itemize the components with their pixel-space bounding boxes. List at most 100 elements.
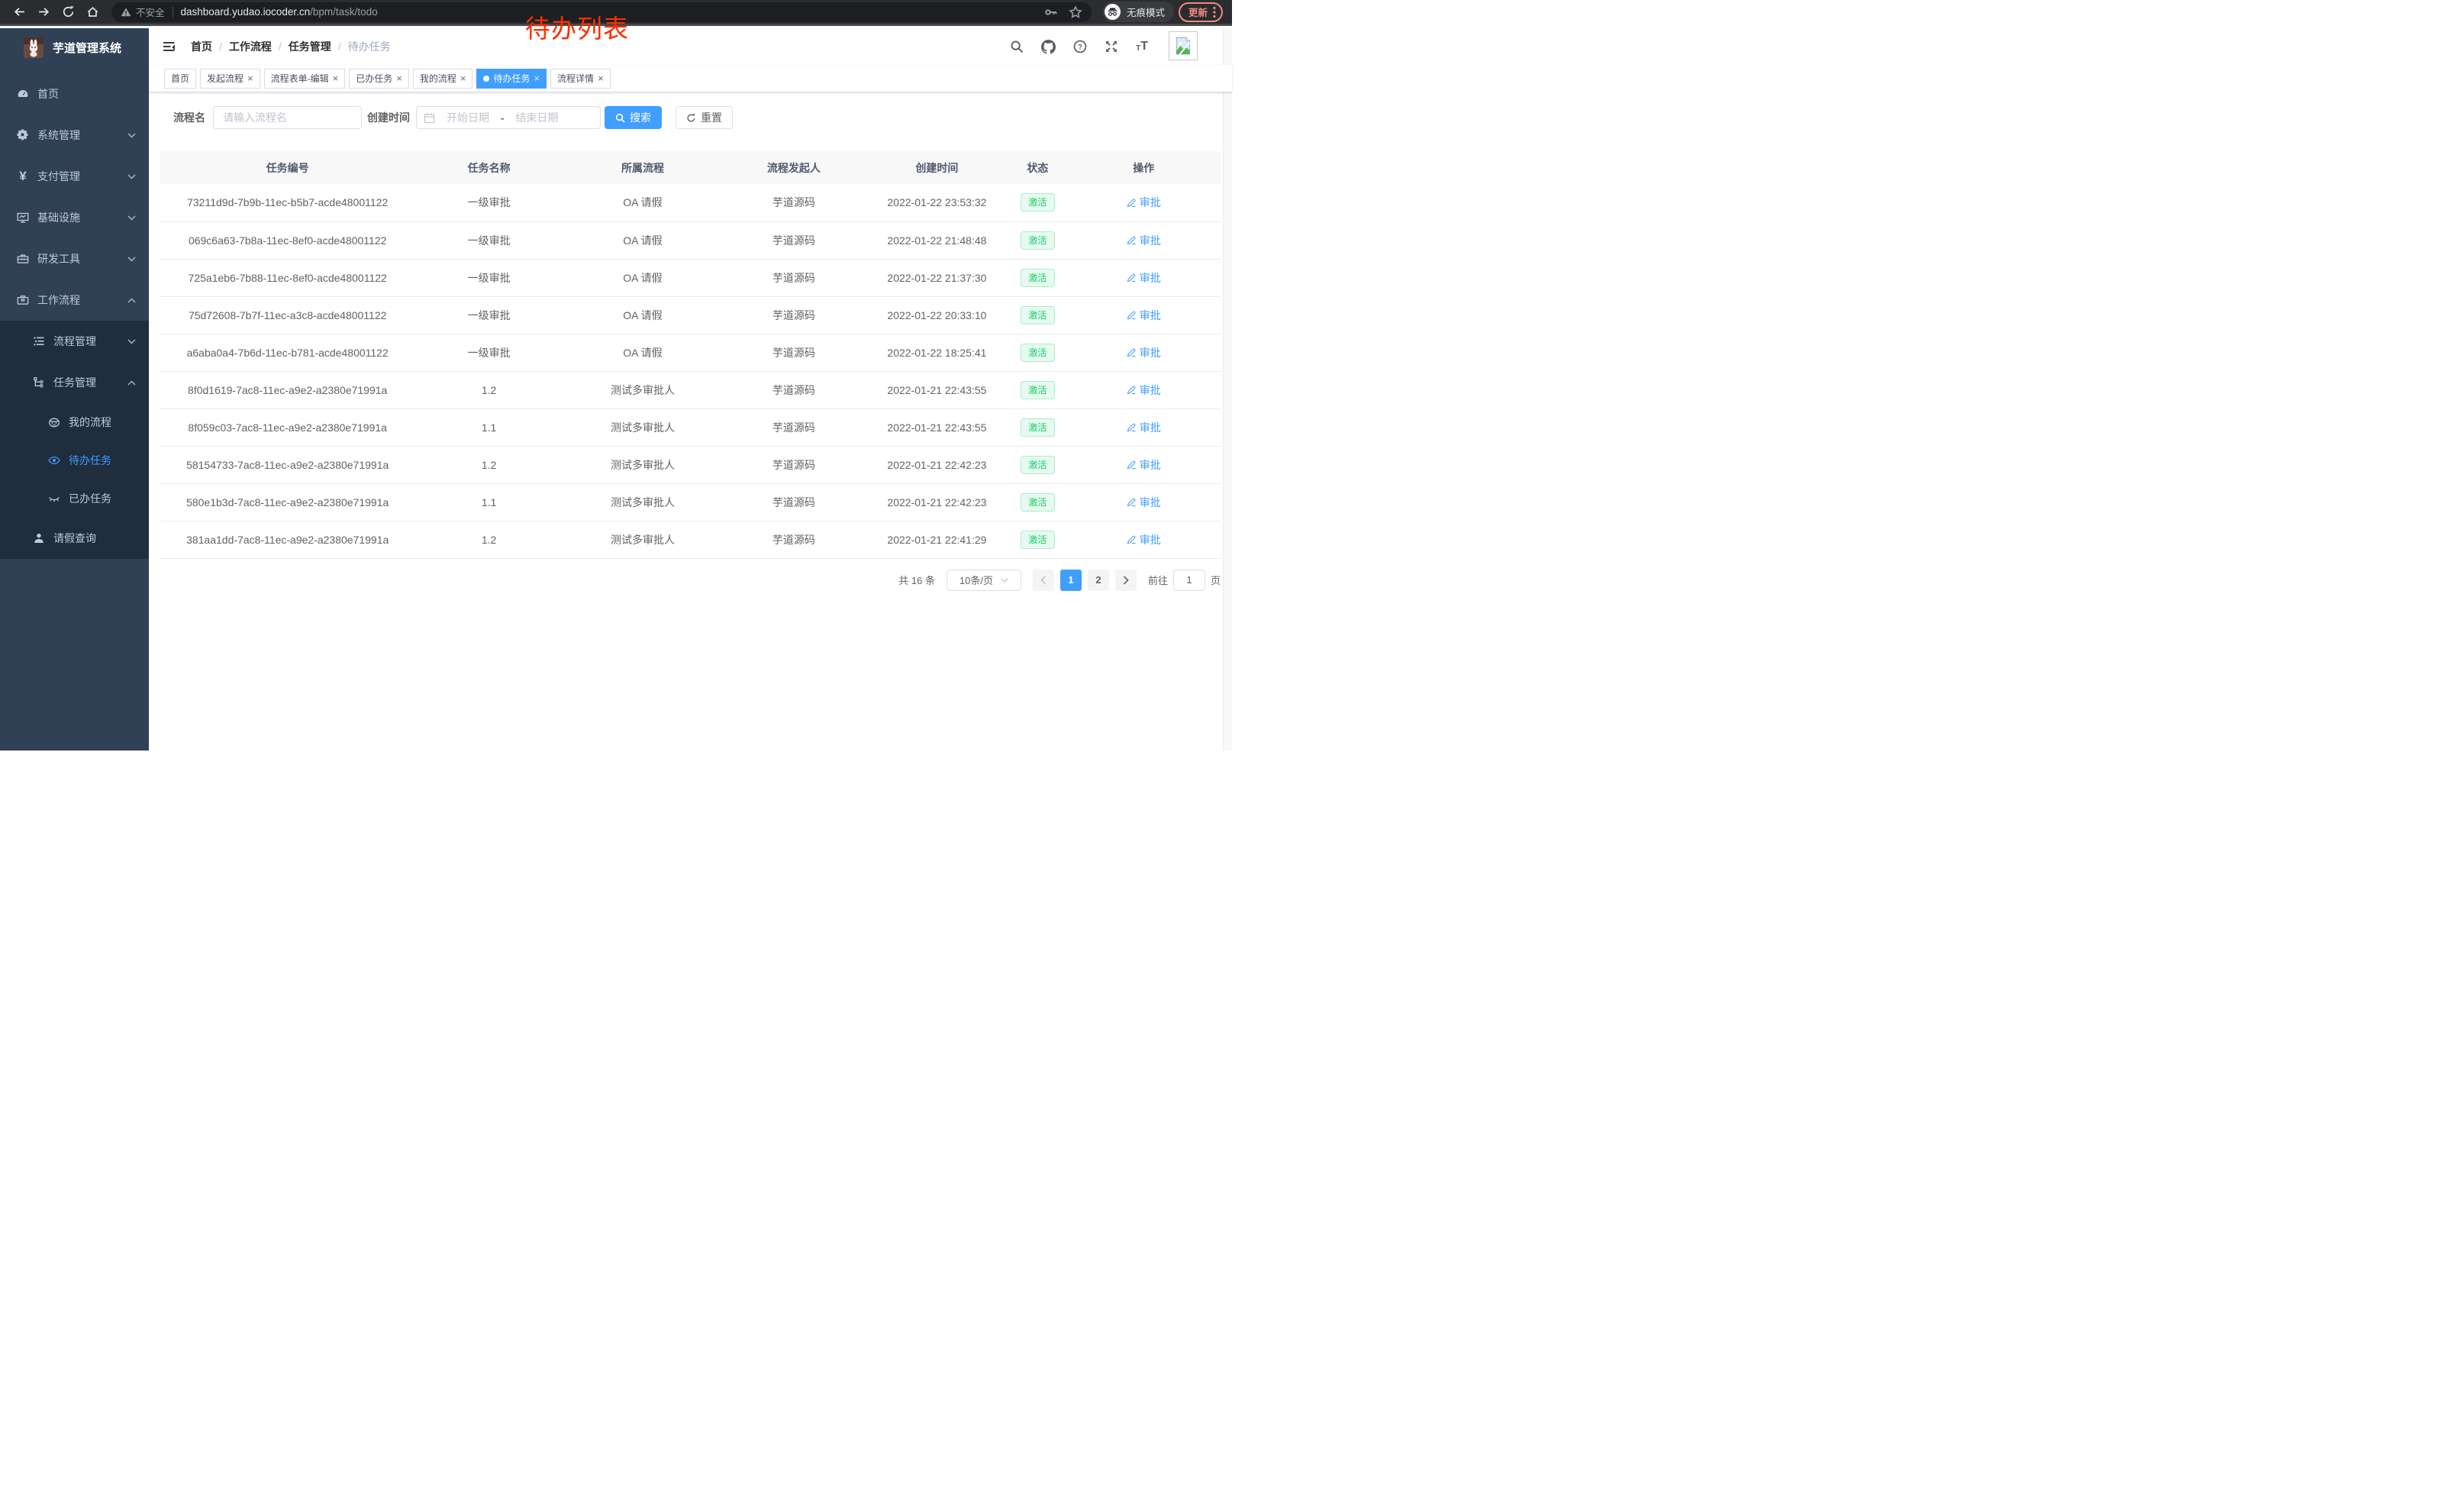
sidebar-item-task-management[interactable]: 任务管理	[0, 362, 149, 403]
approve-button[interactable]: 审批	[1127, 270, 1161, 286]
close-icon[interactable]: ×	[534, 73, 540, 83]
sidebar-item-home[interactable]: 首页	[0, 73, 149, 115]
cell-process: OA 请假	[563, 334, 722, 371]
breadcrumb-home[interactable]: 首页	[191, 39, 212, 54]
monitor-icon	[17, 211, 29, 224]
browser-forward-button[interactable]	[34, 2, 53, 22]
browser-home-button[interactable]	[82, 2, 102, 22]
cell-task-id: 580e1b3d-7ac8-11ec-a9e2-a2380e71991a	[160, 483, 414, 521]
approve-button[interactable]: 审批	[1127, 495, 1161, 510]
sidebar-item-todo-tasks[interactable]: 待办任务	[0, 441, 149, 479]
close-icon[interactable]: ×	[333, 73, 339, 83]
status-badge: 激活	[1021, 418, 1055, 437]
approve-label: 审批	[1140, 308, 1161, 323]
tab-start-process[interactable]: 发起流程×	[200, 69, 260, 89]
prev-page-button[interactable]	[1033, 570, 1054, 591]
approve-button[interactable]: 审批	[1127, 457, 1161, 473]
process-name-input[interactable]	[213, 106, 362, 129]
app-logo[interactable]: 芋道管理系统	[0, 28, 149, 66]
page-button-1[interactable]: 1	[1060, 570, 1082, 591]
approve-label: 审批	[1140, 195, 1161, 210]
sidebar-item-payment[interactable]: ¥ 支付管理	[0, 156, 149, 197]
chevron-down-icon	[127, 215, 136, 221]
tab-my-process[interactable]: 我的流程×	[413, 69, 473, 89]
warning-icon	[121, 7, 131, 18]
breadcrumb-workflow[interactable]: 工作流程	[229, 39, 272, 54]
breadcrumb-task-management[interactable]: 任务管理	[289, 39, 331, 54]
sidebar-item-leave-query[interactable]: 请假查询	[0, 518, 149, 559]
cell-task-name: 一级审批	[414, 296, 563, 334]
cell-task-id: 8f059c03-7ac8-11ec-a9e2-a2380e71991a	[160, 408, 414, 446]
tree-icon	[33, 376, 45, 389]
end-date-input[interactable]	[504, 111, 569, 124]
sidebar-item-my-process[interactable]: 我的流程	[0, 403, 149, 441]
help-icon[interactable]: ?	[1073, 40, 1087, 53]
tab-done-tasks[interactable]: 已办任务×	[349, 69, 409, 89]
cell-task-name: 一级审批	[414, 184, 563, 221]
approve-button[interactable]: 审批	[1127, 383, 1161, 398]
start-date-input[interactable]	[435, 111, 501, 124]
sidebar-item-system[interactable]: 系统管理	[0, 115, 149, 156]
bookmark-star-icon[interactable]	[1069, 5, 1082, 19]
close-icon[interactable]: ×	[460, 73, 466, 83]
search-icon[interactable]	[1010, 40, 1024, 53]
eye-closed-icon	[48, 492, 60, 505]
sidebar-item-infrastructure[interactable]: 基础设施	[0, 197, 149, 238]
todo-task-table: 任务编号 任务名称 所属流程 流程发起人 创建时间 状态 操作 73211d9d…	[160, 151, 1221, 559]
tab-process-form-edit[interactable]: 流程表单-编辑×	[264, 69, 346, 89]
date-range-picker[interactable]: -	[416, 106, 601, 129]
sidebar: 芋道管理系统 首页 系统管理 ¥ 支付管理 基础设施	[0, 28, 149, 750]
table-row: 58154733-7ac8-11ec-a9e2-a2380e71991a 1.2…	[160, 446, 1221, 483]
face-icon	[48, 416, 60, 428]
font-size-icon[interactable]: TT	[1136, 40, 1148, 53]
kebab-menu-icon[interactable]	[1213, 6, 1216, 18]
approve-button[interactable]: 审批	[1127, 420, 1161, 435]
sidebar-item-label: 任务管理	[53, 375, 96, 390]
table-row: 725a1eb6-7b88-11ec-8ef0-acde48001122 一级审…	[160, 259, 1221, 296]
address-bar[interactable]: 不安全 dashboard.yudao.iocoder.cn/bpm/task/…	[111, 2, 1092, 22]
avatar[interactable]	[1169, 31, 1198, 60]
sidebar-item-label: 工作流程	[37, 292, 80, 308]
page-button-2[interactable]: 2	[1088, 570, 1109, 591]
browser-update-button[interactable]: 更新	[1179, 2, 1223, 22]
cell-task-name: 1.1	[414, 483, 563, 521]
cell-process: 测试多审批人	[563, 446, 722, 483]
sidebar-item-workflow[interactable]: 工作流程	[0, 279, 149, 321]
browser-reload-button[interactable]	[58, 2, 78, 22]
sidebar-item-process-management[interactable]: 流程管理	[0, 321, 149, 362]
page-scrollbar[interactable]	[1223, 28, 1232, 750]
approve-button[interactable]: 审批	[1127, 308, 1161, 323]
browser-back-button[interactable]	[9, 2, 29, 22]
sidebar-fold-button[interactable]	[160, 37, 179, 56]
sidebar-item-label: 已办任务	[69, 491, 111, 506]
approve-button[interactable]: 审批	[1127, 345, 1161, 360]
goto-page-input[interactable]	[1173, 570, 1205, 591]
cell-create-time: 2022-01-22 18:25:41	[866, 334, 1009, 371]
tab-home[interactable]: 首页	[164, 69, 196, 89]
tab-process-detail[interactable]: 流程详情×	[550, 69, 611, 89]
cell-task-id: 75d72608-7b7f-11ec-a3c8-acde48001122	[160, 296, 414, 334]
cell-create-time: 2022-01-22 21:37:30	[866, 259, 1009, 296]
page-size-select[interactable]: 10条/页	[947, 570, 1021, 591]
sidebar-item-label: 首页	[37, 86, 59, 102]
chevron-down-icon	[127, 174, 136, 179]
tab-todo-tasks[interactable]: 待办任务×	[476, 69, 547, 89]
password-key-icon[interactable]	[1044, 5, 1058, 19]
close-icon[interactable]: ×	[598, 73, 604, 83]
close-icon[interactable]: ×	[247, 73, 253, 83]
search-button[interactable]: 搜索	[605, 106, 662, 129]
col-actions: 操作	[1067, 151, 1221, 184]
sidebar-item-dev-tools[interactable]: 研发工具	[0, 238, 149, 279]
security-chip[interactable]: 不安全	[121, 5, 165, 19]
sidebar-item-done-tasks[interactable]: 已办任务	[0, 479, 149, 518]
reset-button[interactable]: 重置	[676, 106, 733, 129]
approve-button[interactable]: 审批	[1127, 233, 1161, 248]
fullscreen-icon[interactable]	[1105, 40, 1118, 53]
close-icon[interactable]: ×	[396, 73, 402, 83]
cell-task-id: a6aba0a4-7b6d-11ec-b781-acde48001122	[160, 334, 414, 371]
next-page-button[interactable]	[1115, 570, 1137, 591]
incognito-badge[interactable]: 无痕模式	[1102, 2, 1174, 22]
approve-button[interactable]: 审批	[1127, 195, 1161, 210]
github-icon[interactable]	[1041, 40, 1056, 54]
approve-button[interactable]: 审批	[1127, 532, 1161, 547]
